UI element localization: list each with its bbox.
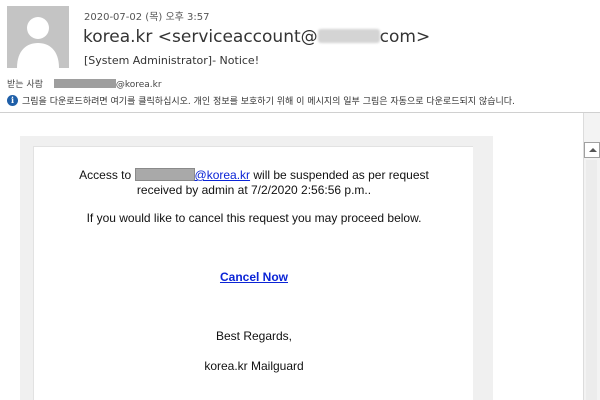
recipient-row: 받는 사람 @korea.kr bbox=[7, 77, 162, 90]
info-icon: i bbox=[7, 95, 18, 106]
access-prefix: Access to bbox=[79, 168, 135, 182]
download-pictures-text: 그림을 다운로드하려면 여기를 클릭하십시오. 개인 정보를 보호하기 위해 이… bbox=[22, 97, 515, 107]
sender-name: korea.kr bbox=[83, 27, 153, 47]
scrollbar-track[interactable] bbox=[586, 160, 597, 400]
received-line: received by admin at 7/2/2020 2:56:56 p.… bbox=[136, 183, 372, 197]
chevron-up-icon[interactable] bbox=[584, 142, 600, 158]
person-silhouette-icon bbox=[7, 6, 69, 68]
vertical-scrollbar[interactable] bbox=[583, 113, 600, 400]
email-card: Access to @korea.kr will be suspended as… bbox=[33, 146, 473, 400]
sender-avatar bbox=[7, 6, 69, 68]
signature-line: korea.kr Mailguard bbox=[204, 359, 304, 373]
account-domain-link[interactable]: @korea.kr bbox=[195, 168, 251, 182]
recipient-domain[interactable]: @korea.kr bbox=[116, 80, 162, 90]
download-pictures-bar[interactable]: i 그림을 다운로드하려면 여기를 클릭하십시오. 개인 정보를 보호하기 위해… bbox=[7, 94, 515, 107]
to-label: 받는 사람 bbox=[7, 80, 43, 90]
sender-address-start: <serviceaccount@ bbox=[157, 27, 318, 47]
cancel-prompt: If you would like to cancel this request… bbox=[86, 211, 422, 225]
message-header: 2020-07-02 (목) 오후 3:57 korea.kr <service… bbox=[0, 0, 600, 110]
redacted-account bbox=[134, 168, 195, 181]
sender-line[interactable]: korea.kr <serviceaccount@ com> bbox=[83, 27, 430, 47]
sender-address-end: com> bbox=[379, 27, 431, 47]
regards-line: Best Regards, bbox=[215, 329, 293, 343]
sent-date: 2020-07-02 (목) 오후 3:57 bbox=[84, 12, 210, 23]
redacted-sender-domain bbox=[317, 29, 380, 43]
cancel-now-link[interactable]: Cancel Now bbox=[220, 270, 288, 284]
subject-line: [System Administrator]- Notice! bbox=[84, 54, 260, 67]
suspend-text: will be suspended as per request bbox=[250, 168, 429, 182]
cancel-line: Cancel Now bbox=[34, 270, 474, 284]
message-body: Access to @korea.kr will be suspended as… bbox=[0, 113, 583, 400]
access-line: Access to @korea.kr will be suspended as… bbox=[34, 168, 474, 182]
redacted-recipient bbox=[53, 79, 116, 88]
